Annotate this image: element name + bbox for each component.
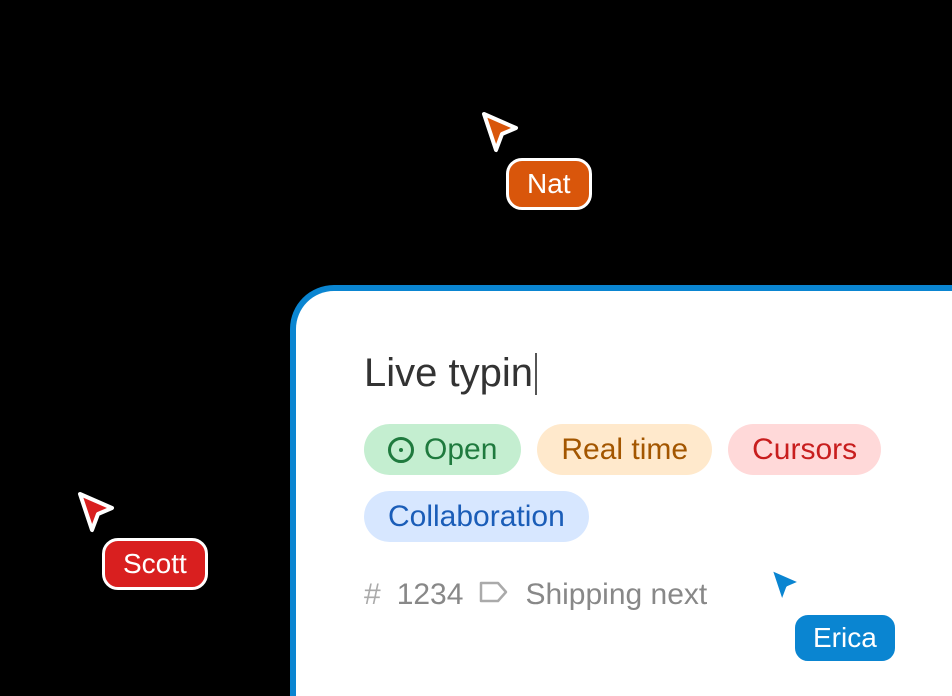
open-status-icon [388,437,414,463]
status-pill-open[interactable]: Open [364,424,521,475]
presence-label: Erica [792,612,898,664]
tag-pill-cursors[interactable]: Cursors [728,424,881,475]
cursor-pointer-icon [76,490,116,534]
issue-title: Live typin [364,351,533,396]
issue-title-row[interactable]: Live typin [364,351,932,396]
tag-label: Cursors [752,430,857,469]
cursor-pointer-icon [766,564,806,608]
presence-label: Nat [506,158,592,210]
issue-id: 1234 [397,578,464,612]
tag-row: Open Real time Cursors Collaboration [364,424,924,542]
milestone-icon [479,578,509,612]
tag-pill-collaboration[interactable]: Collaboration [364,491,589,542]
status-label: Open [424,430,497,469]
tag-pill-realtime[interactable]: Real time [537,424,712,475]
text-caret [535,353,537,395]
tag-label: Collaboration [388,497,565,536]
milestone-label: Shipping next [525,578,707,612]
presence-cursor-erica: Erica [766,564,898,664]
presence-label: Scott [102,538,208,590]
presence-cursor-nat: Nat [480,110,592,210]
cursor-pointer-icon [480,110,520,154]
presence-cursor-scott: Scott [76,490,208,590]
tag-label: Real time [561,430,688,469]
hash-icon: # [364,578,381,612]
